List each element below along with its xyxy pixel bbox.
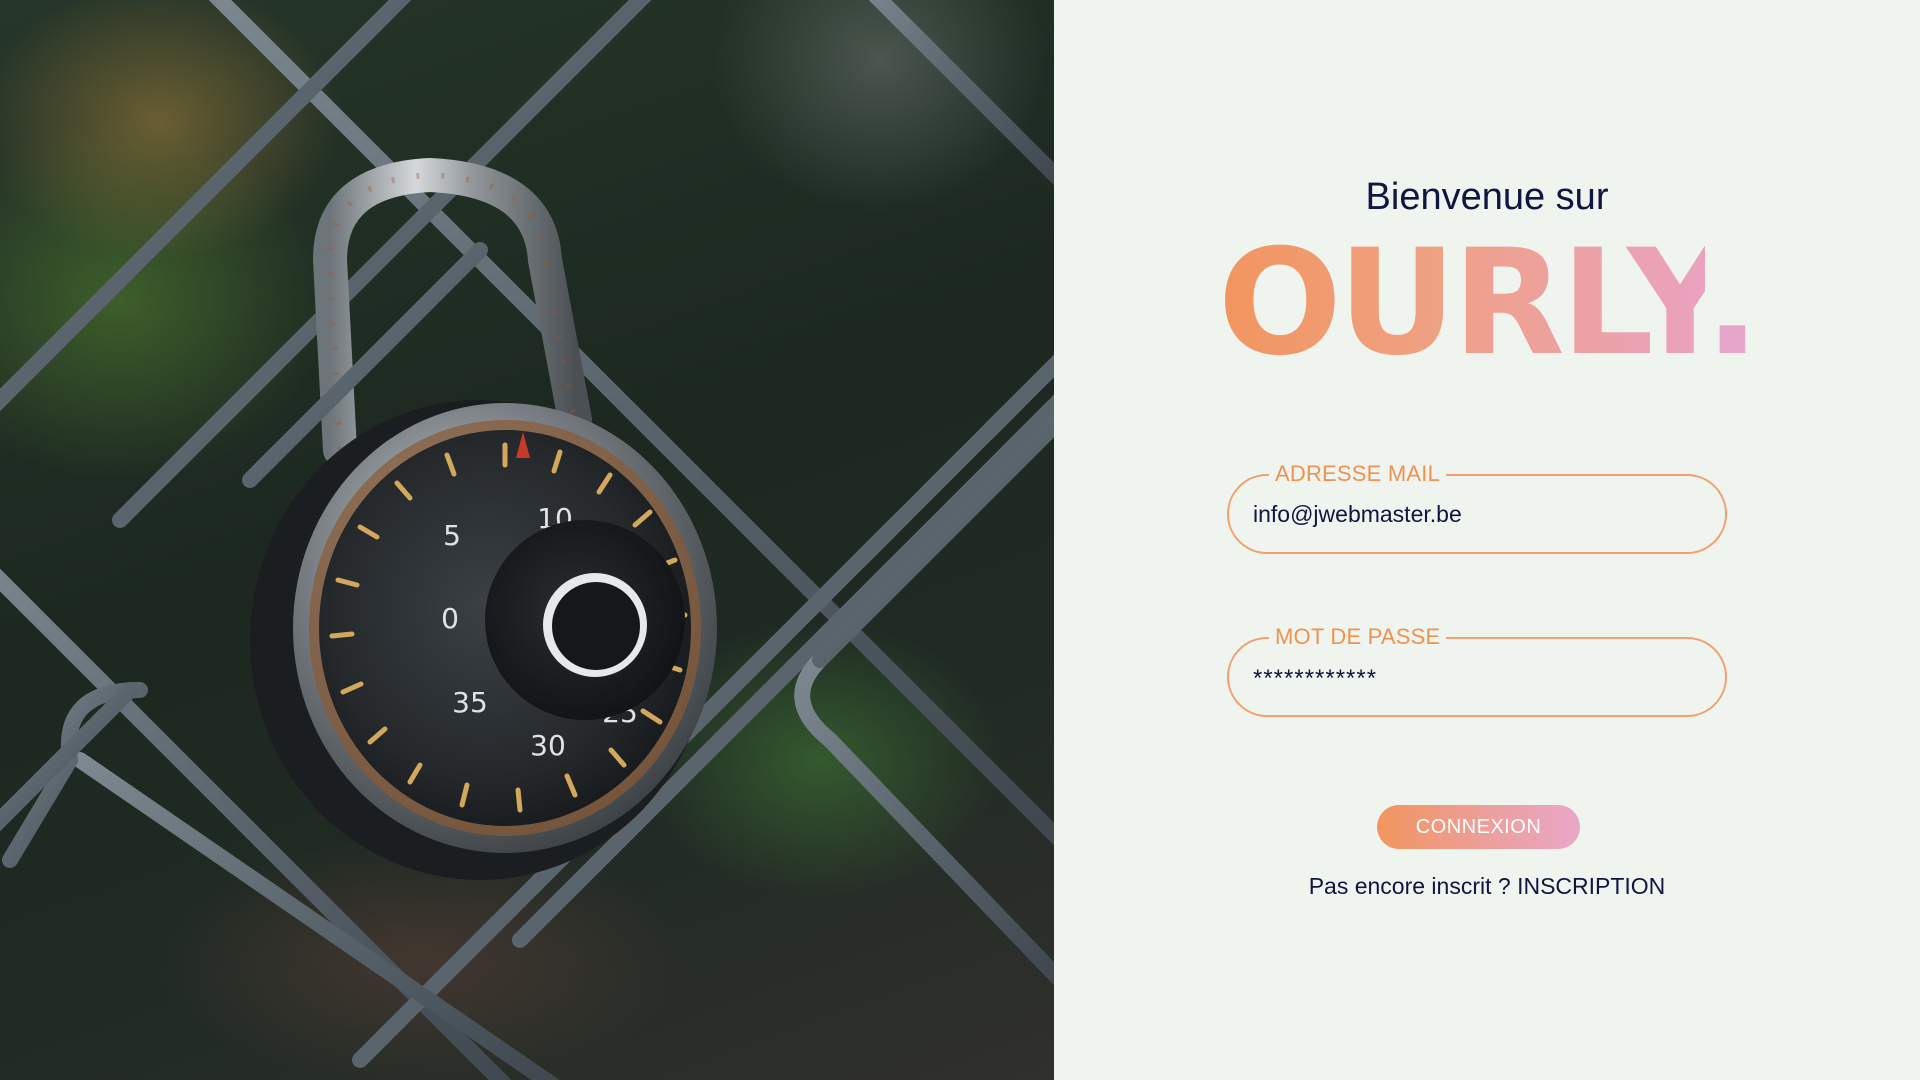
dial-number: 5 bbox=[443, 519, 461, 552]
password-input[interactable]: ************ bbox=[1253, 641, 1377, 717]
password-field[interactable]: MOT DE PASSE ************ bbox=[1227, 624, 1727, 717]
login-page: 5 10 0 35 30 25 Bienvenue sur OURLY. bbox=[0, 0, 1920, 1080]
email-input[interactable]: info@jwebmaster.be bbox=[1253, 476, 1462, 552]
login-button[interactable]: CONNEXION bbox=[1377, 805, 1580, 849]
welcome-heading: Bienvenue sur bbox=[1365, 176, 1609, 218]
login-panel: Bienvenue sur OURLY. ADRESSE MAIL info@j… bbox=[1054, 0, 1920, 1080]
signup-prompt: Pas encore inscrit ? bbox=[1308, 873, 1511, 899]
padlock-fence-illustration: 5 10 0 35 30 25 bbox=[0, 0, 1054, 1080]
brand-name: OURLY bbox=[1217, 218, 1709, 388]
brand-dot: . bbox=[1704, 218, 1761, 388]
signup-link[interactable]: INSCRIPTION bbox=[1517, 873, 1665, 899]
hero-photo: 5 10 0 35 30 25 bbox=[0, 0, 1054, 1080]
dial-center bbox=[552, 582, 640, 670]
email-field[interactable]: ADRESSE MAIL info@jwebmaster.be bbox=[1227, 461, 1727, 554]
dial-number: 30 bbox=[530, 729, 566, 762]
brand-logo: OURLY. bbox=[1054, 228, 1920, 378]
dial-number: 0 bbox=[441, 602, 459, 635]
signup-row: Pas encore inscrit ? INSCRIPTION bbox=[1054, 873, 1920, 900]
dial-number: 35 bbox=[452, 686, 488, 719]
